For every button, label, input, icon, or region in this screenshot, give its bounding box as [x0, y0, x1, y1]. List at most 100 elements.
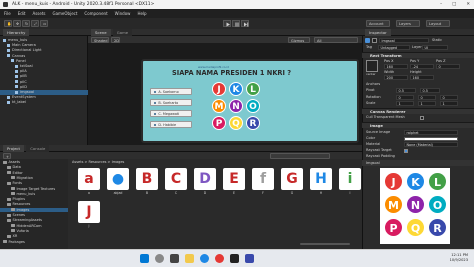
minimize-button[interactable]: –: [440, 0, 442, 9]
tag-dropdown[interactable]: Untagged: [378, 45, 410, 50]
cull-mesh-checkbox[interactable]: [420, 115, 424, 120]
pos-y-field[interactable]: -24: [410, 64, 434, 69]
play-button[interactable]: [223, 20, 231, 27]
project-folder-item[interactable]: StreamingAssets: [0, 218, 68, 223]
add-asset-button[interactable]: +: [3, 152, 11, 159]
start-icon[interactable]: [140, 254, 149, 263]
asset-thumbnail[interactable]: H: [310, 168, 332, 190]
project-folder-item[interactable]: Image Target Textures: [0, 187, 68, 192]
asset-thumbnail[interactable]: C: [165, 168, 187, 190]
rotation-x-field[interactable]: 0: [396, 95, 414, 100]
width-field[interactable]: 200: [384, 75, 408, 80]
shading-dropdown[interactable]: Shaded: [91, 36, 109, 43]
asset-thumbnail[interactable]: B: [136, 168, 158, 190]
asset-thumbnail[interactable]: D: [194, 168, 216, 190]
project-folder-item[interactable]: Packages: [0, 240, 68, 245]
pivot-x-field[interactable]: 0.5: [396, 88, 416, 93]
tab-console[interactable]: Console: [26, 145, 50, 152]
tab-hierarchy[interactable]: Hierarchy: [3, 29, 30, 36]
raycast-padding-foldout[interactable]: Raycast Padding: [366, 154, 395, 159]
project-folder-item[interactable]: Images: [0, 207, 68, 213]
project-folder-item[interactable]: XR: [0, 234, 68, 239]
search-icon[interactable]: [155, 254, 164, 263]
asset-thumbnail[interactable]: E: [223, 168, 245, 190]
pause-button[interactable]: [232, 20, 240, 27]
breadcrumb[interactable]: Assets > Resources > Images: [72, 160, 124, 164]
file-explorer-icon[interactable]: [185, 254, 194, 263]
project-folder-item[interactable]: Data: [0, 165, 68, 170]
answer-option[interactable]: B. Soeharto: [150, 99, 192, 106]
tab-scene[interactable]: Scene: [91, 29, 111, 36]
asset-thumbnail[interactable]: a: [78, 168, 100, 190]
account-dropdown[interactable]: Account: [366, 20, 390, 27]
source-image-field[interactable]: ralphet: [404, 130, 458, 135]
answer-option[interactable]: C. Megawati: [150, 110, 192, 117]
raycast-target-checkbox[interactable]: [404, 148, 408, 153]
project-folder-item[interactable]: Migration: [0, 176, 68, 181]
pivot-y-field[interactable]: 0.5: [420, 88, 440, 93]
tab-project[interactable]: Project: [3, 145, 24, 152]
project-folder-item[interactable]: Scenes: [0, 213, 68, 218]
hierarchy-item[interactable]: kt_label: [0, 100, 88, 105]
project-folder-item[interactable]: Fonts: [0, 181, 68, 186]
project-folder-item[interactable]: Editor: [0, 171, 68, 176]
gizmos-dropdown[interactable]: Gizmos: [288, 36, 310, 43]
layout-dropdown[interactable]: Layout: [426, 20, 450, 27]
menu-assets[interactable]: Assets: [32, 9, 45, 18]
asset-thumbnail[interactable]: f: [252, 168, 274, 190]
height-field[interactable]: 160: [410, 75, 434, 80]
image-component-header[interactable]: Image: [362, 122, 474, 128]
color-swatch[interactable]: [404, 136, 458, 141]
layer-dropdown[interactable]: UI: [422, 45, 448, 50]
menu-help[interactable]: Help: [137, 9, 146, 18]
anchor-preset-icon[interactable]: [366, 60, 378, 72]
project-folder-item[interactable]: Plugins: [0, 197, 68, 202]
canvas-renderer-header[interactable]: Canvas Renderer: [362, 108, 474, 114]
answer-option[interactable]: D. Habibie: [150, 121, 192, 128]
material-field[interactable]: None (Material): [404, 142, 458, 147]
active-checkbox[interactable]: [372, 38, 377, 43]
maximize-button[interactable]: □: [452, 0, 456, 9]
object-name-field[interactable]: imgsoal: [379, 38, 429, 43]
asset-thumbnail[interactable]: ●: [107, 168, 129, 190]
asset-thumbnail[interactable]: G: [281, 168, 303, 190]
scene-search-input[interactable]: All: [314, 36, 358, 43]
pos-x-field[interactable]: 160: [384, 64, 408, 69]
menu-edit[interactable]: Edit: [18, 9, 26, 18]
hand-tool-icon[interactable]: ✋: [4, 20, 12, 27]
menu-window[interactable]: Window: [115, 9, 131, 18]
visual-studio-icon[interactable]: [245, 254, 254, 263]
layers-dropdown[interactable]: Layers: [396, 20, 420, 27]
rotation-y-field[interactable]: 0: [418, 95, 436, 100]
taskview-icon[interactable]: [170, 254, 179, 263]
step-button[interactable]: [241, 20, 249, 27]
2d-toggle[interactable]: 2D: [111, 36, 120, 43]
project-folder-item[interactable]: Vuforia: [0, 229, 68, 234]
pos-z-field[interactable]: 0: [436, 64, 460, 69]
project-folder-item[interactable]: Resources: [0, 202, 68, 207]
thumbnail-size-slider[interactable]: [300, 243, 350, 245]
close-button[interactable]: ✕: [466, 0, 470, 9]
unity-hub-icon[interactable]: [230, 254, 239, 263]
rotation-z-field[interactable]: 0: [440, 95, 458, 100]
scale-x-field[interactable]: 1: [396, 101, 414, 106]
scale-tool-icon[interactable]: ⤢: [31, 20, 39, 27]
menu-component[interactable]: Component: [84, 9, 107, 18]
scale-y-field[interactable]: 1: [418, 101, 436, 106]
project-folder-item[interactable]: menu_kuis: [0, 192, 68, 197]
menu-gameobject[interactable]: GameObject: [52, 9, 77, 18]
menu-file[interactable]: File: [4, 9, 11, 18]
project-search-input[interactable]: [270, 152, 330, 159]
project-folder-item[interactable]: Assets: [0, 160, 68, 165]
tab-inspector[interactable]: Inspector: [365, 29, 391, 36]
asset-thumbnail[interactable]: J: [78, 201, 100, 223]
scale-z-field[interactable]: 1: [440, 101, 458, 106]
rect-tool-icon[interactable]: ▭: [40, 20, 48, 27]
tab-game[interactable]: Game: [112, 29, 133, 36]
rect-transform-header[interactable]: Rect Transform: [362, 52, 474, 58]
project-folder-item[interactable]: HiddenARCom: [0, 224, 68, 229]
chrome-icon[interactable]: [215, 254, 224, 263]
anchors-foldout[interactable]: Anchors: [366, 82, 380, 87]
rotate-tool-icon[interactable]: ↻: [22, 20, 30, 27]
asset-thumbnail[interactable]: i: [339, 168, 361, 190]
